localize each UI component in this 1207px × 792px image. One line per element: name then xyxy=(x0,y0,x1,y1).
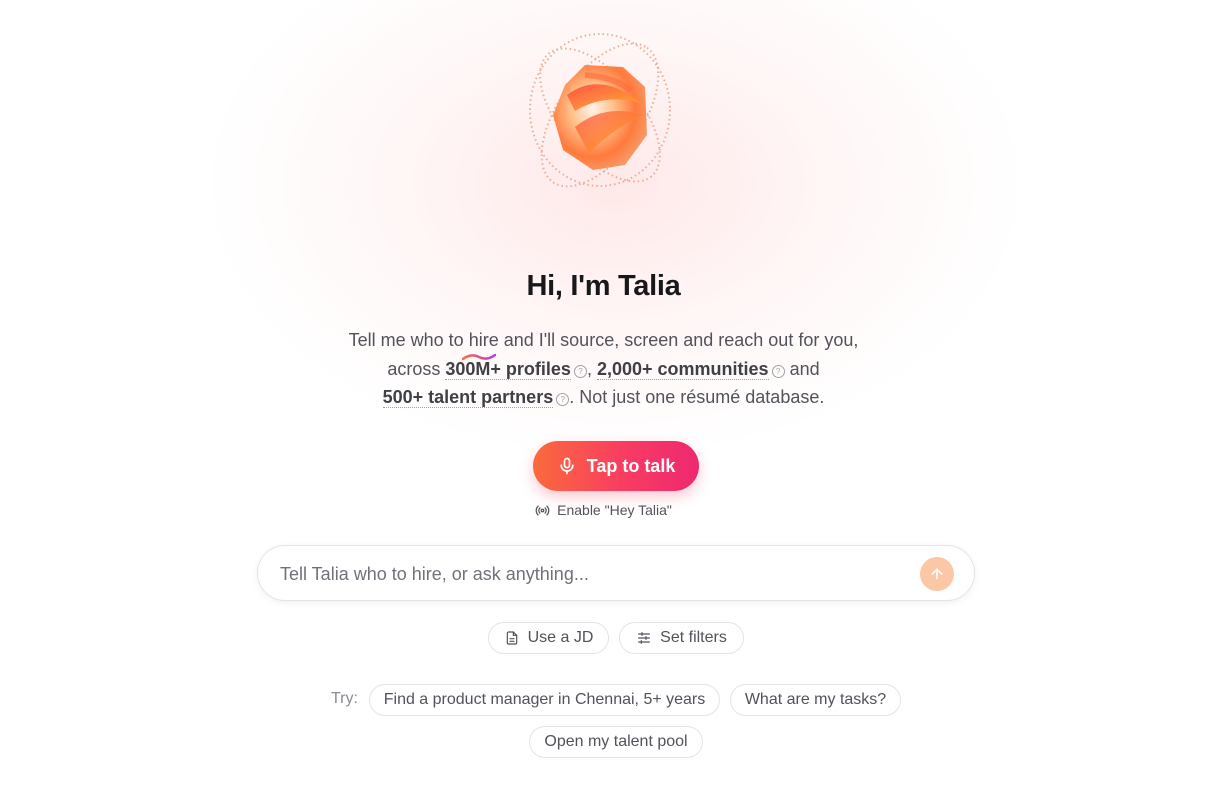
broadcast-icon xyxy=(535,504,550,516)
try-label: Try: xyxy=(331,690,358,707)
description-line-2: across 300M+ profiles?, 2,000+ communiti… xyxy=(0,353,1207,384)
talia-orb-avatar xyxy=(505,15,695,205)
prompt-input[interactable] xyxy=(278,546,902,602)
profiles-stat-link[interactable]: 300M+ profiles xyxy=(445,353,571,380)
set-filters-button[interactable]: Set filters xyxy=(619,622,744,654)
page-title: Hi, I'm Talia xyxy=(526,270,681,302)
help-circle-icon[interactable]: ? xyxy=(771,364,785,378)
tap-to-talk-label: Tap to talk xyxy=(586,455,676,476)
send-button[interactable] xyxy=(920,557,954,591)
description-suffix: . Not just one résumé database. xyxy=(569,387,825,407)
document-icon xyxy=(506,631,517,645)
use-jd-button[interactable]: Use a JD xyxy=(488,622,609,654)
help-circle-icon[interactable]: ? xyxy=(573,364,587,378)
hero-description: Tell me who to hire and I'll source, scr… xyxy=(0,326,1207,412)
description-line-1: Tell me who to hire and I'll source, scr… xyxy=(348,330,859,350)
description-line-3: 500+ talent partners?. Not just one résu… xyxy=(0,383,1207,412)
profiles-stat: 300M+ profiles xyxy=(445,358,571,379)
enable-hey-talia-toggle[interactable]: Enable "Hey Talia" xyxy=(0,502,1207,518)
microphone-icon xyxy=(559,457,574,475)
use-jd-label: Use a JD xyxy=(527,629,594,646)
tap-to-talk-button[interactable]: Tap to talk xyxy=(533,441,699,491)
comma-text: , xyxy=(586,358,592,379)
set-filters-label: Set filters xyxy=(660,629,727,646)
sliders-icon xyxy=(638,632,651,644)
help-circle-icon[interactable]: ? xyxy=(556,393,570,406)
and-text: and xyxy=(789,358,820,379)
suggestion-chip[interactable]: Open my talent pool xyxy=(529,726,703,758)
enable-hey-talia-label: Enable "Hey Talia" xyxy=(557,502,672,518)
squiggle-underline-icon xyxy=(462,353,497,360)
across-text: across xyxy=(387,358,441,379)
communities-stat[interactable]: 2,000+ communities xyxy=(596,358,769,380)
suggestion-chip[interactable]: Find a product manager in Chennai, 5+ ye… xyxy=(369,684,720,716)
prompt-container xyxy=(257,545,975,602)
suggestion-chip[interactable]: What are my tasks? xyxy=(730,684,901,716)
partners-stat[interactable]: 500+ talent partners xyxy=(382,387,554,408)
arrow-up-icon xyxy=(931,568,943,580)
